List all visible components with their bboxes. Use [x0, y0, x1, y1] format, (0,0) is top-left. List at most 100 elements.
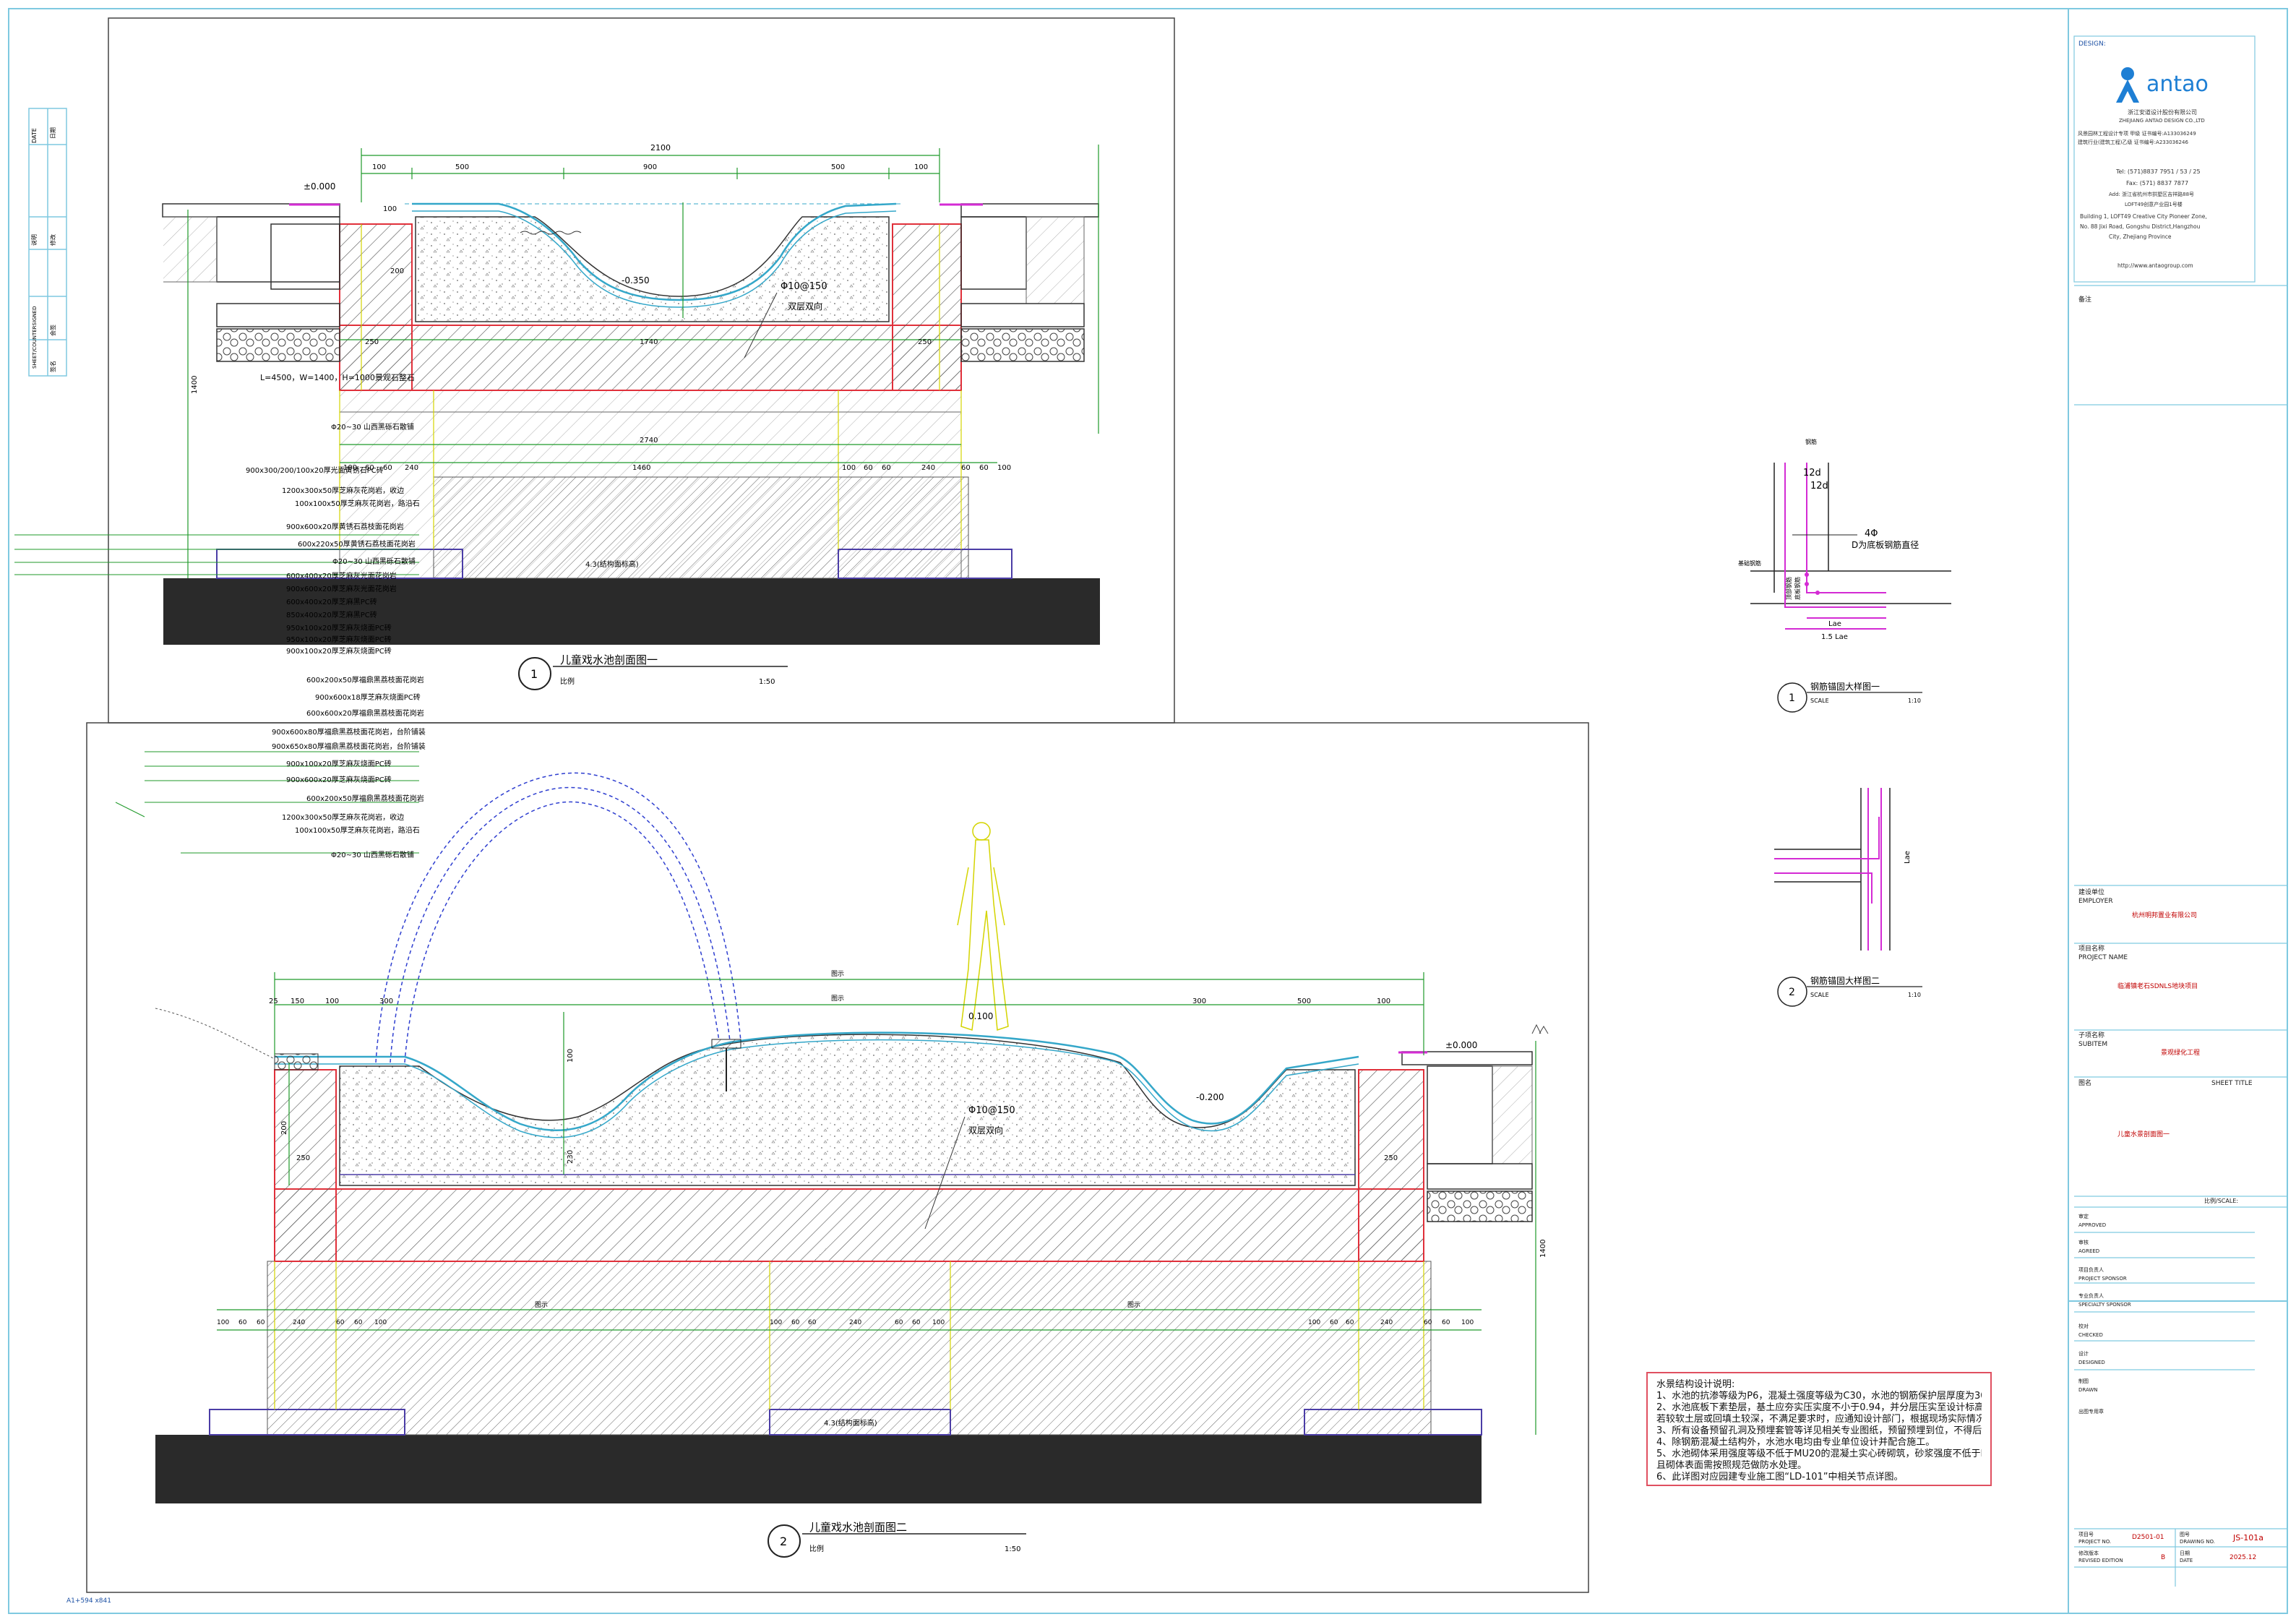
layer-label-6: Φ20~30 山西黑砾石散铺	[332, 557, 416, 566]
section-2-base-dim-12: 60	[912, 1319, 921, 1326]
layer-label-13: 900x100x20厚芝麻灰烧面PC砖	[286, 646, 392, 656]
layer-label-14: 600x200x50厚福鼎黑荔枝面花岗岩	[306, 675, 424, 685]
notes-line-6: 5、水池砌体采用强度等级不低于MU20的混凝土实心砖砌筑，砂浆强度不低于M10。	[1656, 1449, 1982, 1459]
antao-logo: antao	[2116, 67, 2209, 103]
notes-line-7: 且砌体表面需按照规范做防水处理。	[1656, 1460, 1807, 1471]
section-2-base-dim-7: 100	[770, 1319, 782, 1326]
section-2-dim-2: 100	[325, 997, 339, 1005]
section-2-title: 儿童戏水池剖面图二	[809, 1521, 907, 1534]
section-2-rebar: Φ10@150	[968, 1105, 1015, 1116]
notes-line-3: 若较软土层或回填土较深，不满足要求时，应通知设计部门，根据现场实际情况调整做法方…	[1656, 1414, 1982, 1425]
section-1-dim-total: 2100	[650, 143, 671, 153]
layer-label-7: 600x400x20厚芝麻灰光面花岗岩	[286, 571, 397, 580]
section-1-base-dim-10: 60	[961, 464, 971, 472]
tb-stamp-note: 出图专用章	[2078, 1409, 2104, 1415]
section-1-dim-d: 500	[831, 163, 845, 171]
layer-label-9: 600x400x20厚芝麻黑PC砖	[286, 597, 377, 606]
layer-label-18: 900x650x80厚福鼎黑荔枝面花岗岩，台阶铺装	[272, 742, 426, 751]
section-1-base-dim-12: 100	[997, 464, 1011, 472]
tb-project-cn: 项目名称	[2078, 945, 2105, 953]
section-2-dim-0: 25	[269, 997, 278, 1005]
section-1-left-wall	[339, 223, 413, 391]
detail-1-scale: 1:10	[1908, 698, 1921, 704]
tb-address-en-1: Building 1, LOFT49 Creative City Pioneer…	[2080, 213, 2207, 220]
detail-2-scale: 1:10	[1908, 992, 1921, 998]
detail-2: Lae 2 钢筋锚固大样图二 SCALE 1:10	[1774, 788, 1922, 1007]
detail-1-label-slab-rebar: 底板钢筋	[1794, 577, 1801, 600]
detail-2-scale-label: SCALE	[1810, 992, 1829, 998]
notes-title: 水景结构设计说明:	[1656, 1379, 1735, 1390]
section-2-number: 2	[780, 1535, 787, 1548]
tb-address-cn: Add: 浙江省杭州市拱墅区吉祥路88号	[2109, 192, 2195, 197]
section-1-number: 1	[530, 667, 538, 681]
section-2-base-slab	[274, 1188, 1424, 1262]
tb-sheet-en: SHEET TITLE	[2211, 1080, 2253, 1087]
tb-drawing-no-value: JS-101a	[2233, 1533, 2263, 1542]
section-2-base-dim-18: 60	[1424, 1319, 1432, 1326]
section-1-dim-inner-1: 200	[390, 267, 404, 275]
detail-1-label-d: D为底板钢筋直径	[1852, 539, 1919, 550]
section-2-side-dim-2: 250	[296, 1154, 310, 1162]
tb-drawn-cn: 制图	[2078, 1378, 2089, 1384]
tb-revised-value: B	[2161, 1554, 2166, 1561]
tb-design-label: DESIGN:	[2078, 40, 2106, 48]
section-2-figure	[957, 822, 1009, 1031]
section-2-dim-1: 150	[291, 997, 304, 1005]
section-2-dim-5: 500	[1297, 997, 1311, 1005]
tb-designed-cn: 设计	[2078, 1351, 2089, 1357]
layer-label-19: 900x100x20厚芝麻灰烧面PC砖	[286, 759, 392, 768]
section-1-dim-e: 100	[914, 163, 928, 171]
layer-label-12: 950x100x20厚芝麻灰烧面PC砖	[286, 635, 392, 644]
layer-label-11: 950x100x20厚芝麻灰烧面PC砖	[286, 623, 392, 632]
strip-label-xiugai: 修改	[49, 234, 56, 246]
detail-1-label-lae: Lae	[1828, 620, 1841, 628]
section-1-gravel-left	[216, 328, 340, 362]
section-2-elev-low: -0.200	[1196, 1092, 1224, 1102]
tb-address-cn-2: LOFT49创意产业园1号楼	[2125, 202, 2183, 207]
tb-employer-en: EMPLOYER	[2078, 898, 2113, 905]
detail-1-label-1-5lae: 1.5 Lae	[1821, 633, 1848, 641]
section-2-gravel-right	[1427, 1190, 1533, 1222]
section-2-scale-label: 比例	[809, 1544, 824, 1553]
tb-drawn-en: DRAWN	[2078, 1387, 2098, 1393]
strip-label-riqi: 日期	[50, 127, 56, 139]
section-1-stone-note: L=4500，W=1400，H=1000景观石整石	[260, 372, 415, 382]
tb-agreed-cn: 审核	[2078, 1240, 2089, 1245]
tb-project-no-value: D2501-01	[2132, 1534, 2164, 1541]
section-1-elev-zero: ±0.000	[304, 181, 335, 192]
layer-label-23: 100x100x50厚芝麻灰花岗岩，路沿石	[295, 825, 420, 835]
section-2-base-dim-11: 60	[895, 1319, 903, 1326]
section-2-dim-6: 100	[1377, 997, 1390, 1005]
section-1-dim-c: 900	[643, 163, 657, 171]
tb-drawing-no-en: DRAWING NO.	[2180, 1539, 2215, 1545]
detail-1-title: 钢筋锚固大样图一	[1810, 681, 1880, 692]
tb-website: http://www.antaogroup.com	[2117, 262, 2193, 269]
structure-design-notes: 水景结构设计说明: 1、水池的抗渗等级为P6，混凝土强度等级为C30，水池的钢筋…	[1646, 1372, 1992, 1486]
section-2-base-dim-4: 60	[336, 1319, 345, 1326]
layer-label-8: 900x600x20厚芝麻灰光面花岗岩	[286, 584, 397, 593]
tb-agreed-en: AGREED	[2078, 1248, 2100, 1254]
section-1-dim-inner-4: 250	[365, 338, 379, 346]
detail-2-title: 钢筋锚固大样图二	[1810, 975, 1880, 986]
section-2-elev-spray: 0.100	[968, 1011, 993, 1021]
section-1-base-slab	[339, 325, 962, 391]
tb-notes-label: 备注	[2078, 296, 2092, 304]
section-2-foundation-note: 4.3(结构面标高)	[824, 1418, 877, 1428]
section-1-dim-inner-6: 1740	[640, 338, 658, 346]
tb-sponsor-en: PROJECT SPONSOR	[2078, 1276, 2127, 1282]
section-1-scale: 1:50	[759, 678, 775, 686]
tb-project-value: 临浦镇老石SDNLS地块项目	[2117, 983, 2198, 990]
notes-line-1: 1、水池的抗渗等级为P6，混凝土强度等级为C30，水池的钢筋保护层厚度为30mm…	[1656, 1391, 1982, 1402]
tb-address-en-3: City, Zhejiang Province	[2109, 233, 2172, 240]
tb-approved-cn: 审定	[2078, 1214, 2089, 1219]
section-2-base-dim-17: 240	[1380, 1319, 1393, 1326]
tb-employer-cn: 建设单位	[2078, 889, 2105, 896]
tb-checked-en: CHECKED	[2078, 1332, 2103, 1338]
tb-specialty-cn: 专业负责人	[2078, 1293, 2104, 1299]
layer-label-10: 850x400x20厚芝麻黑PC砖	[286, 610, 377, 619]
tb-license-2: 建筑行业(建筑工程)乙级 证书编号:A233036246	[2078, 140, 2188, 145]
notes-line-4: 3、所有设备预留孔洞及预埋套管等详见相关专业图纸，预留预埋到位，不得后凿。	[1656, 1425, 1982, 1436]
section-2-right-wall	[1358, 1069, 1424, 1262]
section-2-base-dim-20: 100	[1461, 1319, 1474, 1326]
detail-1-label-rebar: 钢筋	[1805, 438, 1817, 445]
